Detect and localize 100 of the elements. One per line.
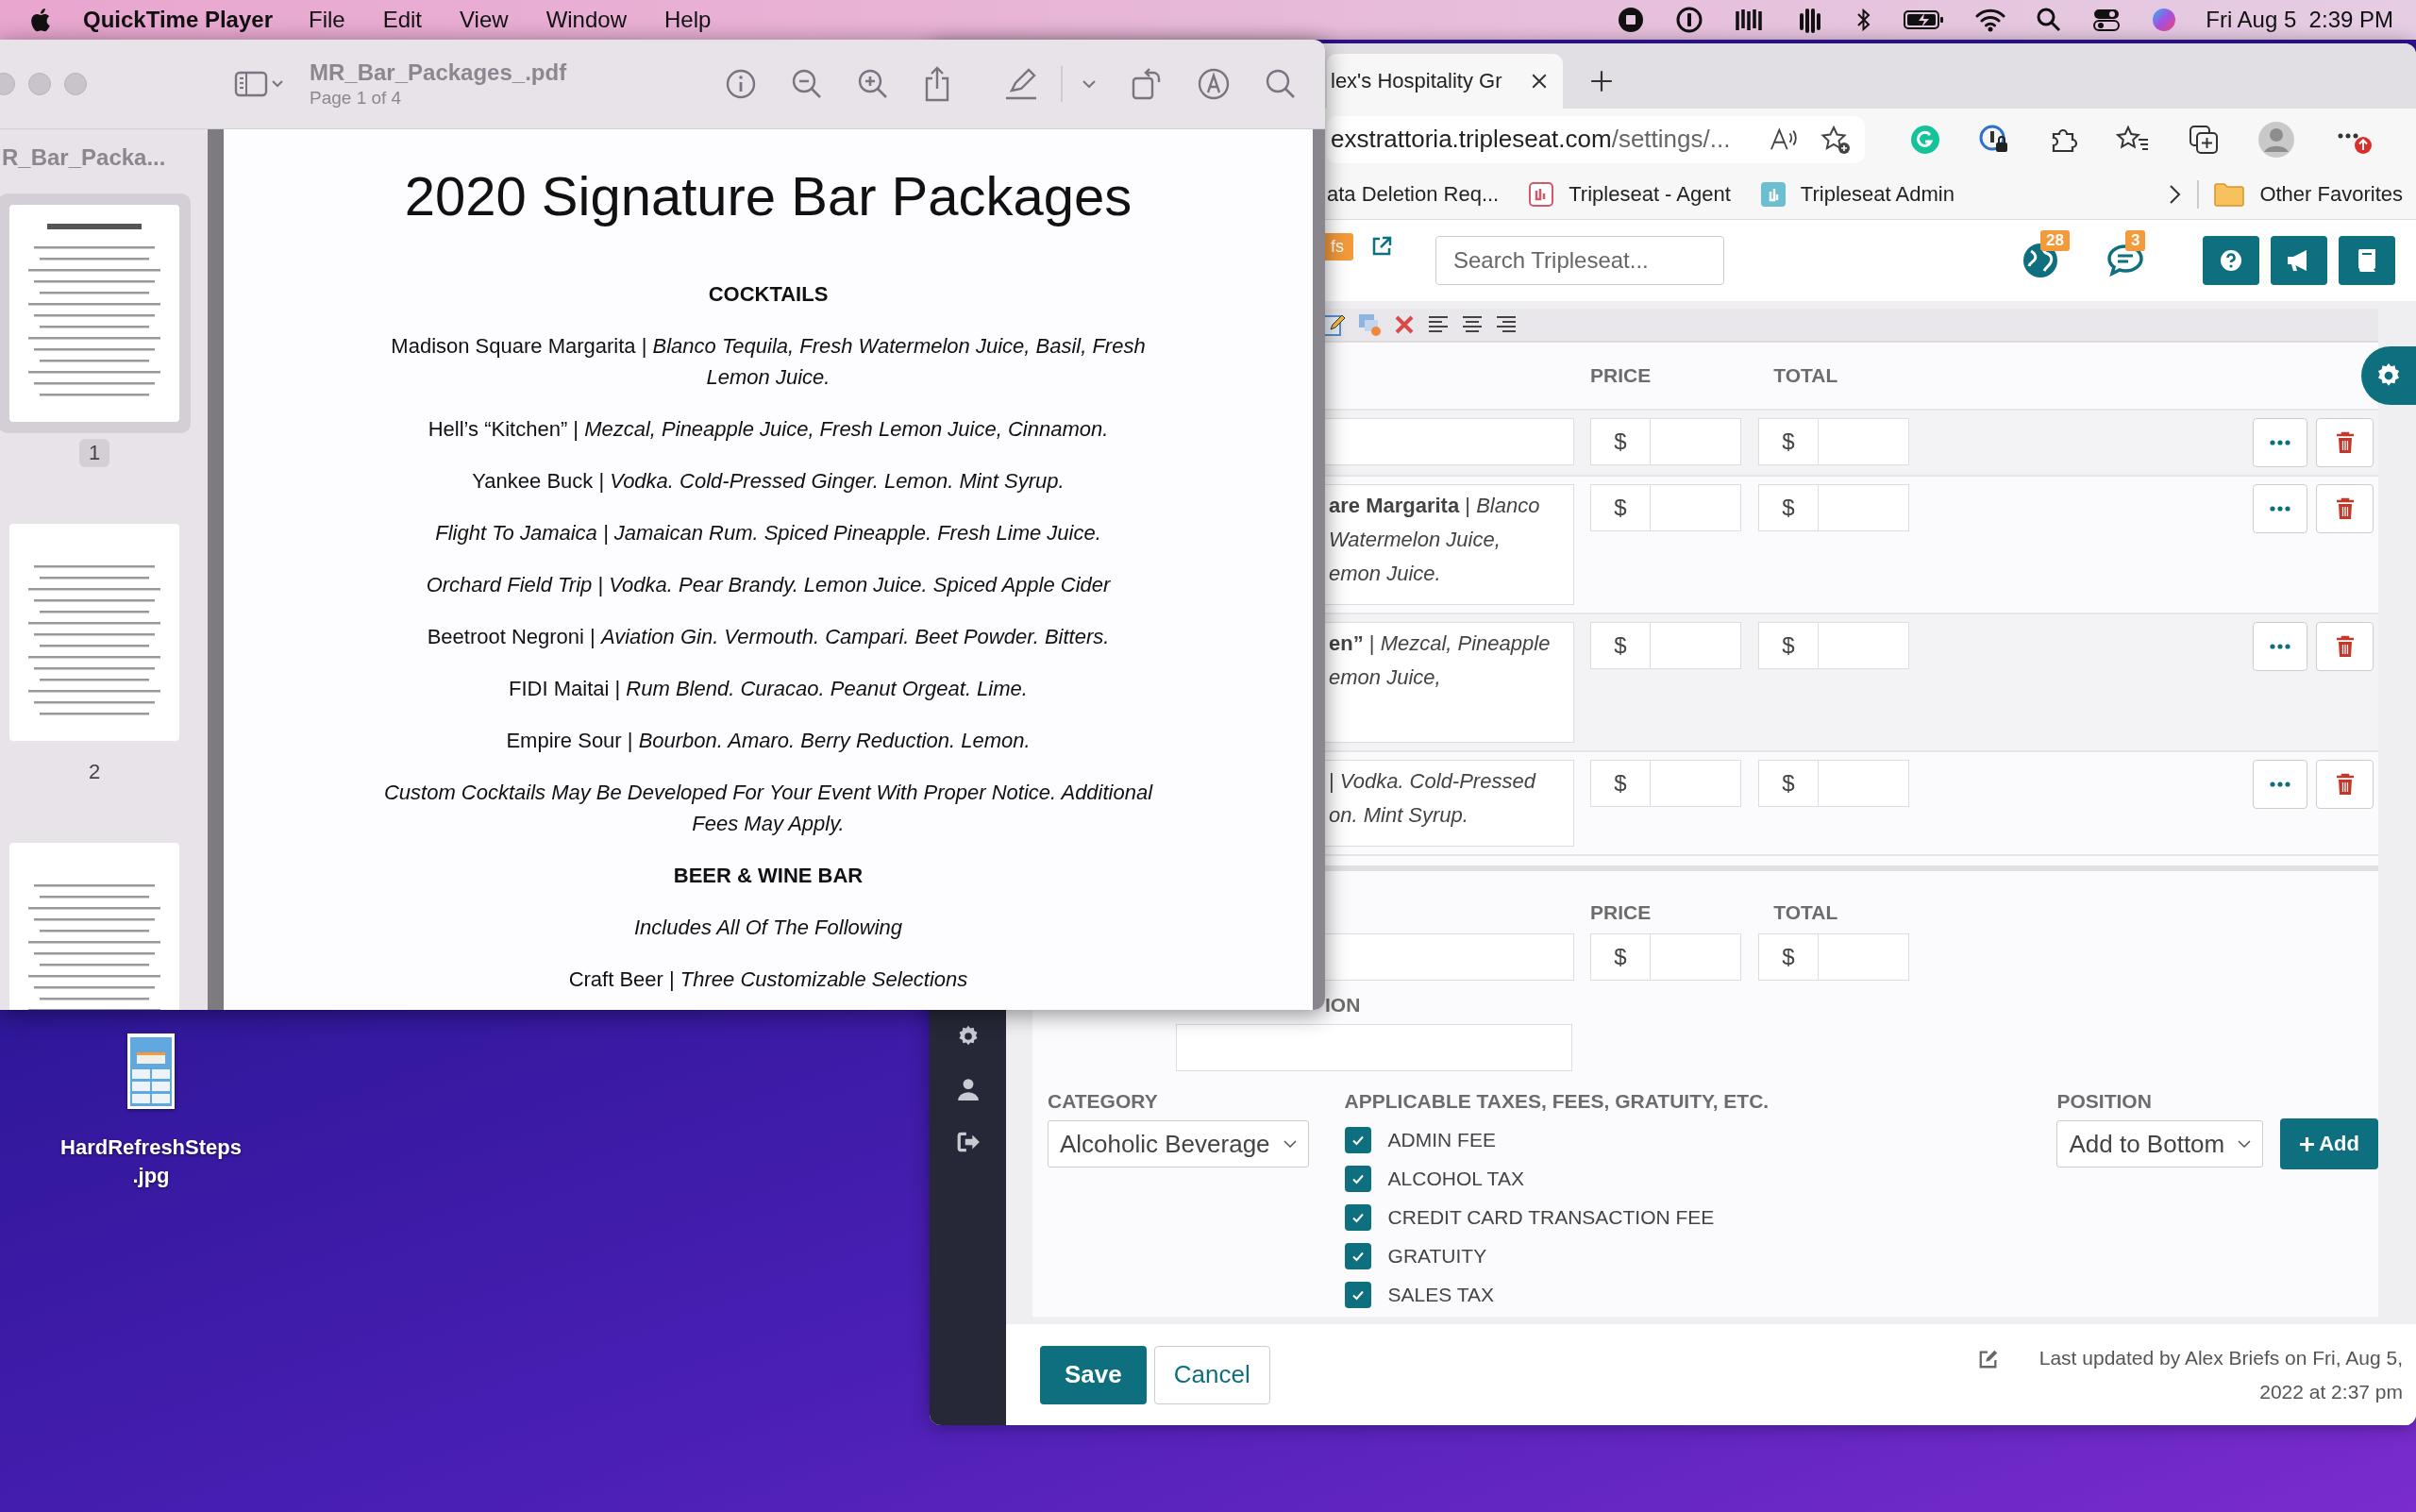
highlighter-icon[interactable] [1004,68,1038,100]
price-field[interactable]: $ [1590,760,1741,807]
menu-item[interactable]: Edit [382,7,423,33]
help-icon [2220,249,2242,272]
checkbox-label: ADMIN FEE [1387,1128,1496,1151]
description-field[interactable]: | Vodka. Cold-Pressed on. Mint Syrup. [1325,760,1574,847]
price-field[interactable]: $ [1590,418,1741,465]
delete-button[interactable] [2316,484,2374,533]
delete-button[interactable] [2316,760,2374,809]
user-icon[interactable] [955,1077,981,1101]
checkbox[interactable] [1344,1242,1371,1269]
search-icon[interactable] [2036,7,2063,33]
checkbox[interactable] [1344,1281,1371,1308]
sign-out-icon[interactable] [955,1130,981,1154]
description-text: emon Juice. [1329,561,1442,587]
menu-item[interactable]: File [309,7,345,33]
checkbox[interactable] [1344,1126,1371,1153]
avatar-icon[interactable] [2257,120,2295,159]
page-number: 1 [78,439,110,467]
total-field[interactable]: $ [1758,484,1909,531]
price-field[interactable]: $ [1590,933,1741,981]
control-center-icon[interactable] [2092,8,2122,32]
total-field[interactable]: $ [1758,933,1909,981]
document-heading: 2020 Signature Bar Packages [404,164,1132,228]
help-button[interactable] [2203,236,2259,285]
description-field[interactable] [1325,418,1574,465]
file-name[interactable]: HardRefreshSteps.jpg [42,1134,260,1190]
price-field[interactable]: $ [1590,622,1741,669]
position-label: POSITION [2056,1090,2153,1113]
checkbox-label: GRATUITY [1387,1244,1487,1268]
zoom-in-icon[interactable] [857,68,889,100]
save-button[interactable]: Save [1040,1345,1147,1404]
rotate-icon[interactable] [1131,67,1163,101]
total-field[interactable]: $ [1758,760,1909,807]
markup-icon[interactable] [1197,67,1231,101]
position-select[interactable]: Add to Bottom [2056,1120,2264,1168]
collections-icon[interactable] [2188,123,2220,156]
apple-logo-icon[interactable] [28,7,51,33]
clock[interactable]: Fri Aug 5 2:39 PM [2206,7,2393,33]
checkbox-label: SALES TAX [1387,1283,1495,1306]
trash-icon [2335,773,2355,796]
search-field[interactable]: Search Tripleseat... [1435,236,1724,285]
delete-button[interactable] [2316,418,2374,467]
delete-icon[interactable] [1393,313,1416,336]
column-header: TOTAL [1773,364,1838,387]
browser-tab[interactable]: lex's Hospitality Gr [1327,54,1563,109]
share-icon[interactable] [923,66,951,102]
app-menu[interactable]: QuickTime Player [83,7,273,33]
description-field[interactable]: en” | Mezcal, Pineapple emon Juice, [1325,622,1574,743]
bookmark-folder[interactable]: Other Favorites [2214,182,2403,207]
keyhole-icon[interactable] [1675,6,1704,34]
more-icon [2270,644,2290,649]
text-field[interactable] [1176,1024,1572,1071]
bookmark[interactable]: ata Deletion Req... [1327,182,1500,207]
category-select[interactable]: Alcoholic Beverage [1048,1120,1309,1168]
stop-record-icon[interactable] [1617,6,1646,34]
field-label: ION [1325,994,1362,1016]
menu-item[interactable]: View [460,7,509,33]
caret-icon[interactable] [1082,79,1097,89]
page-thumbnail[interactable] [0,193,191,433]
trash-icon [2335,635,2355,658]
image-file-icon[interactable] [127,1033,175,1109]
total-field[interactable]: $ [1758,622,1909,669]
announcements-button[interactable] [2271,236,2327,285]
delete-button[interactable] [2316,622,2374,671]
trash-icon [2335,497,2355,520]
info-icon[interactable] [725,68,757,100]
sidebar-toggle-icon[interactable] [234,70,283,98]
description-text: | Vodka. Cold-Pressed [1329,768,1537,795]
checkbox[interactable] [1344,1203,1371,1231]
bookmark[interactable]: Tripleseat Admin [1760,182,1955,207]
menu-item[interactable]: Help [664,7,712,33]
menu-item[interactable]: Window [545,7,627,33]
favorite-add-icon[interactable] [1820,124,1852,155]
cancel-button[interactable]: Cancel [1153,1345,1270,1404]
description-field[interactable]: are Margarita | Blanco Watermelon Juice, emon Juice. [1325,484,1574,605]
add-button[interactable]: Add [2280,1118,2378,1169]
zoom-out-icon[interactable] [791,68,823,100]
plus-icon [2299,1135,2316,1152]
page-number: 2 [87,759,102,785]
bookmark[interactable]: Tripleseat - Agent [1529,182,1731,207]
close-icon[interactable] [1531,73,1548,90]
spellcheck-icon[interactable] [1357,312,1382,337]
category-label: CATEGORY [1048,1090,1159,1113]
wifi-icon[interactable] [1975,8,2006,32]
total-field[interactable]: $ [1758,418,1909,465]
price-field[interactable]: $ [1590,484,1741,531]
guide-button[interactable] [2339,236,2395,285]
siri-icon[interactable] [2151,7,2178,33]
external-link-icon[interactable] [1370,235,1393,258]
checkbox[interactable] [1344,1165,1371,1192]
address-bar[interactable]: exstrattoria.tripleseat.com/settings/... [1327,115,1865,163]
caret-icon [1283,1140,1297,1148]
caret-icon [2238,1140,2252,1148]
menu-entry: Craft Beer | Three Customizable Selections [568,966,968,993]
new-tab-icon[interactable] [1589,69,1614,93]
scroll-bar[interactable] [208,129,224,1010]
name-field[interactable] [1325,933,1574,981]
battery-icon[interactable] [1904,8,1946,31]
url-text: exstrattoria.tripleseat.com/settings/... [1331,125,1732,154]
